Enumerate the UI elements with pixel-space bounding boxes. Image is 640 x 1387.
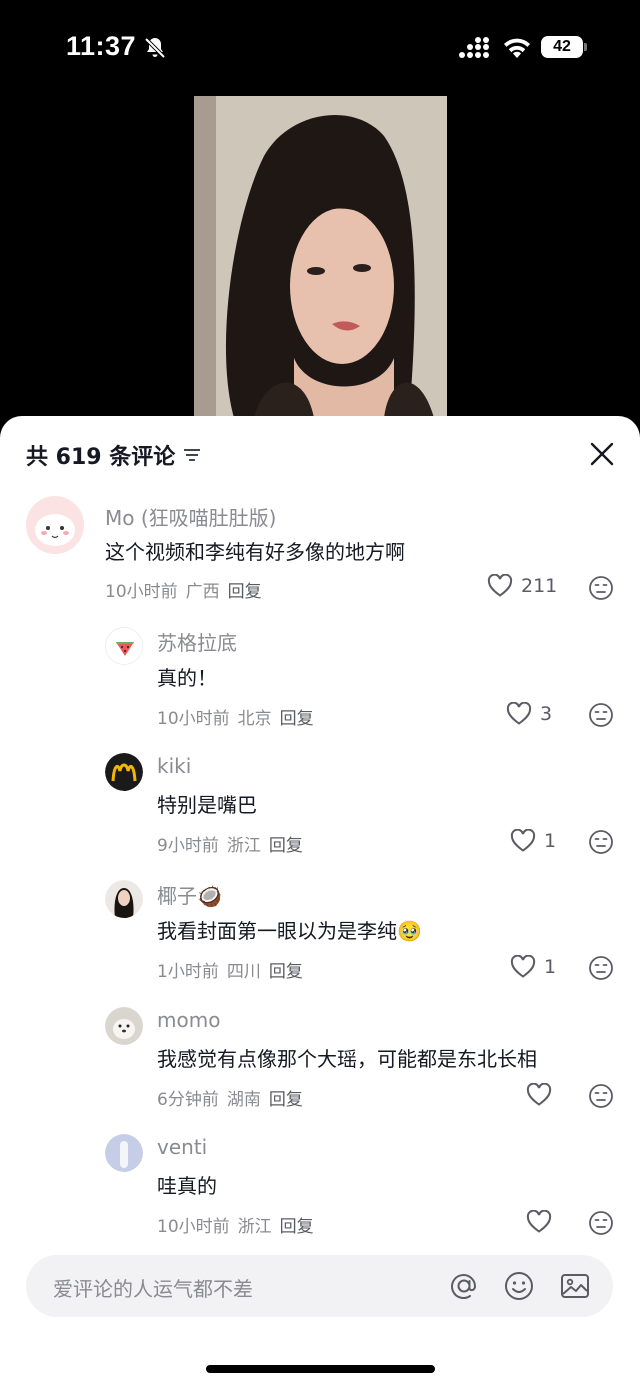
comment-time: 10小时前 <box>105 582 178 602</box>
heart-icon <box>526 1210 552 1233</box>
comment-text: 特别是嘴巴 <box>157 793 257 817</box>
like-button[interactable]: 1 <box>510 955 556 979</box>
heart-icon <box>526 1083 552 1106</box>
like-button[interactable] <box>526 1083 560 1107</box>
heart-icon <box>487 574 513 597</box>
heart-icon <box>510 955 536 978</box>
avatar[interactable] <box>26 496 84 554</box>
comment-time: 9小时前 <box>157 836 219 856</box>
like-button[interactable]: 1 <box>510 829 556 853</box>
comment-meta: 10小时前 北京 回复 <box>157 704 314 729</box>
comment-time: 10小时前 <box>157 709 230 729</box>
comment-location: 广西 <box>185 582 220 602</box>
meh-emoji-icon[interactable] <box>588 1083 614 1109</box>
comment-author[interactable]: momo <box>157 1008 220 1032</box>
heart-icon <box>506 702 532 725</box>
home-indicator[interactable] <box>206 1365 435 1373</box>
comment-sheet: 共 619 条评论 Mo (狂吸喵肚肚版) 这个视频和李纯有好多像的地方啊 10… <box>0 416 640 1387</box>
wifi-icon <box>504 38 530 58</box>
meh-emoji-icon[interactable] <box>588 702 614 728</box>
comment-location: 浙江 <box>226 836 261 856</box>
comment-count: 共 619 条评论 <box>26 445 176 470</box>
comment-location: 湖南 <box>226 1090 261 1110</box>
comment-header: 共 619 条评论 <box>26 438 201 472</box>
battery-icon: 42 <box>541 36 587 58</box>
avatar[interactable] <box>105 880 143 918</box>
avatar[interactable] <box>105 1007 143 1045</box>
comment-location: 北京 <box>237 709 272 729</box>
reply-button[interactable]: 回复 <box>228 577 262 602</box>
reply-button[interactable]: 回复 <box>269 957 303 982</box>
like-count: 211 <box>521 575 558 597</box>
comment-text: 我感觉有点像那个大瑶，可能都是东北长相 <box>157 1047 537 1071</box>
reply-button[interactable]: 回复 <box>269 831 303 856</box>
image-icon[interactable] <box>559 1270 591 1302</box>
comment-location: 四川 <box>226 962 261 982</box>
reply-button[interactable]: 回复 <box>269 1085 303 1110</box>
signal-icon <box>459 37 489 58</box>
comment-author[interactable]: 椰子🥥 <box>157 880 222 909</box>
meh-emoji-icon[interactable] <box>588 1210 614 1236</box>
like-count: 1 <box>544 956 557 978</box>
sort-icon[interactable] <box>183 447 201 463</box>
avatar[interactable] <box>105 627 143 665</box>
like-count: 1 <box>544 830 557 852</box>
status-bar: 11:37 42 <box>0 0 640 96</box>
avatar[interactable] <box>105 1134 143 1172</box>
comment-author[interactable]: venti <box>157 1135 207 1159</box>
comment-time: 1小时前 <box>157 962 219 982</box>
avatar[interactable] <box>105 753 143 791</box>
comment-time: 6分钟前 <box>157 1090 219 1110</box>
comment-meta: 9小时前 浙江 回复 <box>157 831 303 856</box>
comment-input-placeholder: 爱评论的人运气都不差 <box>53 1277 253 1301</box>
comment-author[interactable]: kiki <box>157 754 191 778</box>
comment-meta: 1小时前 四川 回复 <box>157 957 303 982</box>
comment-text: 哇真的 <box>157 1174 217 1198</box>
crying-emoji: 🥹 <box>397 919 422 943</box>
comment-location: 浙江 <box>237 1217 272 1237</box>
comment-time: 10小时前 <box>157 1217 230 1237</box>
coconut-emoji: 🥥 <box>197 884 222 908</box>
video-frame-image <box>194 96 447 418</box>
battery-level: 42 <box>541 36 583 58</box>
meh-emoji-icon[interactable] <box>588 955 614 981</box>
comment-meta: 10小时前 广西 回复 <box>105 577 262 602</box>
at-icon[interactable] <box>448 1270 480 1302</box>
status-time: 11:37 <box>66 31 137 61</box>
bell-off-icon <box>144 37 166 59</box>
reply-button[interactable]: 回复 <box>280 1212 314 1237</box>
comment-author[interactable]: Mo (狂吸喵肚肚版) <box>105 502 276 531</box>
heart-icon <box>510 829 536 852</box>
comment-text: 我看封面第一眼以为是李纯🥹 <box>157 915 422 944</box>
reply-button[interactable]: 回复 <box>280 704 314 729</box>
like-count: 3 <box>540 703 553 725</box>
video-preview[interactable] <box>194 96 447 418</box>
comment-meta: 10小时前 浙江 回复 <box>157 1212 314 1237</box>
meh-emoji-icon[interactable] <box>588 575 614 601</box>
close-icon[interactable] <box>588 440 616 468</box>
comment-input[interactable]: 爱评论的人运气都不差 <box>26 1255 613 1317</box>
meh-emoji-icon[interactable] <box>588 829 614 855</box>
comment-text: 真的！ <box>157 666 217 690</box>
like-button[interactable] <box>526 1210 560 1234</box>
like-button[interactable]: 211 <box>487 574 557 598</box>
comment-text: 这个视频和李纯有好多像的地方啊 <box>105 540 405 564</box>
like-button[interactable]: 3 <box>506 702 552 726</box>
emoji-icon[interactable] <box>503 1270 535 1302</box>
comment-meta: 6分钟前 湖南 回复 <box>157 1085 303 1110</box>
author-name: 椰子 <box>157 884 197 908</box>
comment-text-body: 我看封面第一眼以为是李纯 <box>157 919 397 943</box>
comment-author[interactable]: 苏格拉底 <box>157 627 237 656</box>
